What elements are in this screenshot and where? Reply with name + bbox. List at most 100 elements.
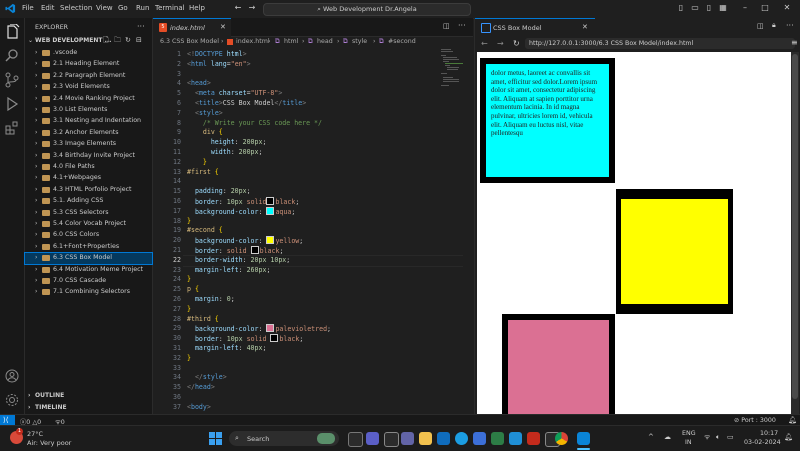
- breadcrumb-folder[interactable]: 6.3 CSS Box Model: [160, 38, 219, 45]
- battery-icon[interactable]: ▭: [727, 433, 734, 441]
- tab-close-icon[interactable]: ✕: [220, 23, 226, 31]
- toggle-sidebar-icon[interactable]: ▯: [676, 3, 686, 13]
- menu-help[interactable]: Help: [189, 4, 205, 12]
- clock-time[interactable]: 10:17: [760, 430, 778, 437]
- menu-edit[interactable]: Edit: [41, 4, 55, 12]
- menu-terminal[interactable]: Terminal: [155, 4, 185, 12]
- breadcrumb-head[interactable]: head: [317, 38, 333, 45]
- sidebar-folder[interactable]: › 3.1 Nesting and Indentation: [25, 116, 152, 127]
- collapse-all-icon[interactable]: ⊟: [136, 36, 142, 44]
- sidebar-folder[interactable]: › 6.3 CSS Box Model: [24, 252, 153, 266]
- camera-icon[interactable]: [384, 432, 399, 447]
- cloud-icon[interactable]: ☁: [664, 433, 671, 441]
- menu-go[interactable]: Go: [118, 4, 128, 12]
- breadcrumb-html[interactable]: html: [284, 38, 298, 45]
- new-file-icon[interactable]: 🗋: [103, 36, 109, 47]
- sidebar-folder[interactable]: › 6.1+Font+Properties: [25, 242, 152, 253]
- menu-run[interactable]: Run: [136, 4, 149, 12]
- copilot-icon[interactable]: [366, 432, 379, 445]
- outline-section[interactable]: › OUTLINE: [25, 391, 152, 402]
- breadcrumb-second[interactable]: #second: [388, 38, 416, 45]
- lock-icon[interactable]: 🔒︎: [772, 21, 776, 30]
- browser-menu-icon[interactable]: ≡: [791, 38, 798, 47]
- edge-icon[interactable]: [455, 432, 468, 445]
- menu-view[interactable]: View: [96, 4, 113, 12]
- account-icon[interactable]: [4, 368, 20, 384]
- sidebar-folder[interactable]: › .vscode: [25, 48, 152, 59]
- sidebar-folder[interactable]: › 4.0 File Paths: [25, 162, 152, 173]
- mcafee-icon[interactable]: [527, 432, 540, 445]
- run-debug-icon[interactable]: [4, 96, 20, 112]
- sidebar-folder[interactable]: › 3.3 Image Elements: [25, 139, 152, 150]
- sidebar-folder[interactable]: › 6.4 Motivation Meme Project: [25, 265, 152, 276]
- sidebar-folder[interactable]: › 2.3 Void Elements: [25, 82, 152, 93]
- workspace-root[interactable]: ⌄ WEB DEVELOPMENT ... 🗋 🗀 ↻ ⊟: [25, 36, 152, 47]
- chevron-up-icon[interactable]: ^: [648, 433, 654, 441]
- sidebar-folder[interactable]: › 4.3 HTML Porfolio Project: [25, 185, 152, 196]
- volume-icon[interactable]: 🔈︎: [716, 433, 720, 442]
- url-bar[interactable]: http://127.0.0.1:3000/6.3 CSS Box Model/…: [525, 38, 795, 49]
- sidebar-folder[interactable]: › 2.4 Movie Ranking Project: [25, 94, 152, 105]
- sidebar-folder[interactable]: › 5.3 CSS Selectors: [25, 208, 152, 219]
- live-server-port[interactable]: ⊘ Port : 3000: [734, 417, 776, 424]
- command-center-search[interactable]: ⌕ Web Development Dr.Angela: [263, 3, 471, 16]
- sidebar-folder[interactable]: › 3.0 List Elements: [25, 105, 152, 116]
- sidebar-folder[interactable]: › 3.2 Anchor Elements: [25, 128, 152, 139]
- close-icon[interactable]: ✕: [782, 3, 792, 13]
- lang-primary[interactable]: ENG: [682, 430, 696, 437]
- sidebar-folder[interactable]: › 3.4 Birthday Invite Project: [25, 151, 152, 162]
- sidebar-folder[interactable]: › 6.0 CSS Colors: [25, 230, 152, 241]
- timeline-section[interactable]: › TIMELINE: [25, 403, 152, 414]
- scrollbar-thumb[interactable]: [792, 54, 798, 399]
- editor-more-icon[interactable]: ···: [458, 21, 466, 30]
- new-folder-icon[interactable]: 🗀: [114, 36, 121, 47]
- tab-index-html[interactable]: 5 index.html ✕: [153, 18, 231, 37]
- windows-start-icon[interactable]: [209, 432, 222, 445]
- browser-viewport[interactable]: dolor metus, laoreet ac convallis sit am…: [477, 52, 791, 414]
- lang-secondary[interactable]: IN: [685, 439, 692, 446]
- sidebar-folder[interactable]: › 7.0 CSS Cascade: [25, 276, 152, 287]
- explorer-icon[interactable]: [4, 24, 20, 40]
- refresh-icon[interactable]: ↻: [125, 36, 131, 44]
- sidebar-folder[interactable]: › 5.4 Color Vocab Project: [25, 219, 152, 230]
- wifi-icon[interactable]: ᯤ: [704, 433, 710, 442]
- sidebar-folder[interactable]: › 7.1 Combining Selectors: [25, 287, 152, 298]
- chrome-icon[interactable]: [555, 432, 568, 445]
- maximize-icon[interactable]: □: [760, 3, 770, 13]
- teams-icon[interactable]: [401, 432, 414, 445]
- browser-reload-icon[interactable]: ↻: [513, 39, 520, 48]
- split-editor-icon[interactable]: ◫: [443, 22, 450, 30]
- browser-back-icon[interactable]: ←: [481, 39, 488, 48]
- terminal-app-icon[interactable]: [509, 432, 522, 445]
- code-area[interactable]: 1 <!DOCTYPE html> 2 <html lang="en"> 3 4 <head…: [153, 48, 463, 414]
- more-actions-icon[interactable]: ···: [137, 22, 145, 31]
- toggle-secondary-sidebar-icon[interactable]: ▯: [704, 3, 714, 13]
- extensions-icon[interactable]: [4, 120, 20, 136]
- weather-desc[interactable]: Air: Very poor: [27, 439, 71, 447]
- browser-scrollbar[interactable]: [791, 52, 799, 414]
- menu-file[interactable]: File: [22, 4, 34, 12]
- store-icon[interactable]: [437, 432, 450, 445]
- sidebar-folder[interactable]: › 2.2 Paragraph Element: [25, 71, 152, 82]
- browser-more-icon[interactable]: ···: [786, 21, 794, 30]
- breadcrumb-style[interactable]: style: [352, 38, 367, 45]
- search-view-icon[interactable]: [4, 48, 20, 64]
- tab-close-icon[interactable]: ✕: [582, 23, 588, 31]
- browser-forward-icon[interactable]: →: [497, 39, 504, 48]
- taskbar-search[interactable]: ⌕ Search: [229, 431, 339, 446]
- tab-css-box-model[interactable]: CSS Box Model ✕: [475, 18, 595, 37]
- app-icon[interactable]: [491, 432, 504, 445]
- menu-selection[interactable]: Selection: [60, 4, 92, 12]
- weather-temp[interactable]: 27°C: [27, 430, 43, 438]
- minimap[interactable]: [441, 48, 465, 88]
- forward-arrow-icon[interactable]: →: [247, 3, 257, 13]
- clock-date[interactable]: 03-02-2024: [744, 439, 781, 446]
- back-arrow-icon[interactable]: ←: [233, 3, 243, 13]
- sidebar-folder[interactable]: › 2.1 Heading Element: [25, 59, 152, 70]
- settings-gear-icon[interactable]: [4, 392, 20, 408]
- source-control-icon[interactable]: [4, 72, 20, 88]
- sidebar-folder[interactable]: › 4.1+Webpages: [25, 173, 152, 184]
- toggle-panel-icon[interactable]: ▭: [690, 3, 700, 13]
- sidebar-folder[interactable]: › 5.1. Adding CSS: [25, 196, 152, 207]
- task-view-icon[interactable]: [348, 432, 363, 447]
